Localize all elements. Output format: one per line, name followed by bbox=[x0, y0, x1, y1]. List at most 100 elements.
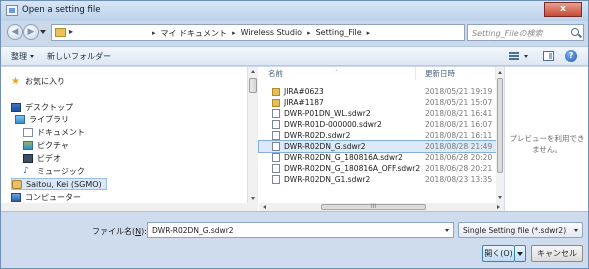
list-item-selected[interactable]: DWR-R02DN_G.sdwr2 2018/08/28 21:49 bbox=[258, 140, 497, 153]
scroll-thumb[interactable] bbox=[249, 78, 257, 93]
scroll-down-arrow-icon[interactable] bbox=[251, 197, 255, 200]
view-dropdown[interactable] bbox=[524, 55, 528, 58]
nav-item-user-folder[interactable]: Saitou, Kei (SGMO) bbox=[11, 178, 107, 190]
breadcrumb-separator[interactable]: ▸ bbox=[232, 28, 236, 39]
open-file-dialog: Open a setting file x ◀ ▶ ▸ ▸ マイ ドキュメント … bbox=[0, 0, 589, 269]
recent-pages-dropdown[interactable] bbox=[40, 30, 46, 34]
open-button[interactable]: 開く(O) bbox=[482, 245, 515, 262]
list-item[interactable]: JIRA#1187 2018/05/21 15:07 bbox=[259, 97, 496, 108]
file-icon bbox=[272, 109, 280, 118]
main-body: ★ お気に入り デスクトップ ライブラリ ドキュメント ピクチャ ビデオ ♪ ミ… bbox=[1, 67, 588, 211]
list-item[interactable]: DWR-R02DN_G_180816A.sdwr2 2018/06/28 20:… bbox=[259, 152, 496, 163]
file-name: DWR-R02D.sdwr2 bbox=[284, 131, 351, 140]
nav-item-label: ミュージック bbox=[37, 166, 85, 176]
search-box[interactable]: Setting_Fileの検索 bbox=[467, 24, 584, 41]
list-item[interactable]: JIRA#0623 2018/05/21 19:19 bbox=[259, 86, 496, 97]
file-icon bbox=[272, 131, 280, 140]
scroll-up-arrow-icon[interactable] bbox=[497, 71, 502, 74]
breadcrumb-wireless-studio[interactable]: Wireless Studio bbox=[241, 28, 303, 39]
list-item[interactable]: DWR-R02D.sdwr2 2018/08/21 16:11 bbox=[259, 130, 496, 141]
nav-pane-vertical-scrollbar[interactable] bbox=[247, 67, 258, 203]
back-button[interactable]: ◀ bbox=[7, 24, 23, 40]
nav-item-label: デスクトップ bbox=[25, 102, 73, 112]
nav-pane-horizontal-scrollbar[interactable] bbox=[1, 203, 258, 211]
user-folder-icon bbox=[12, 179, 22, 189]
window-controls: x bbox=[544, 2, 582, 17]
folder-icon bbox=[55, 28, 66, 37]
nav-item-library[interactable]: ライブラリ bbox=[15, 113, 69, 125]
file-icon bbox=[272, 164, 280, 173]
help-icon[interactable]: ? bbox=[565, 50, 577, 62]
file-date: 2018/08/23 13:35 bbox=[425, 175, 493, 184]
nav-item-music[interactable]: ♪ ミュージック bbox=[23, 165, 85, 177]
breadcrumb-separator[interactable]: ▸ bbox=[367, 28, 371, 39]
column-header-date-modified[interactable]: 更新日時 bbox=[416, 67, 496, 80]
list-item[interactable]: DWR-P01DN_WL.sdwr2 2018/08/21 16:41 bbox=[259, 108, 496, 119]
file-icon bbox=[272, 175, 280, 184]
close-button[interactable]: x bbox=[544, 2, 582, 17]
scroll-down-arrow-icon[interactable] bbox=[497, 196, 502, 199]
preview-pane: プレビューを利用できません。 bbox=[504, 67, 588, 211]
file-name: DWR-R02DN_G_180816A.sdwr2 bbox=[284, 153, 403, 162]
videos-icon bbox=[23, 153, 33, 163]
file-name: JIRA#0623 bbox=[284, 87, 324, 96]
search-icon[interactable] bbox=[571, 28, 579, 36]
library-icon bbox=[15, 114, 25, 124]
file-list-vertical-scrollbar[interactable] bbox=[496, 67, 504, 203]
nav-item-favorites[interactable]: ★ お気に入り bbox=[11, 75, 65, 87]
breadcrumb-separator[interactable]: ▸ bbox=[152, 28, 156, 39]
file-date: 2018/05/21 19:19 bbox=[425, 87, 493, 96]
breadcrumb-my-documents[interactable]: マイ ドキュメント bbox=[161, 28, 228, 39]
open-options-dropdown[interactable] bbox=[515, 245, 526, 262]
nav-item-documents[interactable]: ドキュメント bbox=[23, 126, 85, 138]
forward-button[interactable]: ▶ bbox=[23, 24, 39, 40]
pictures-icon bbox=[23, 140, 33, 150]
nav-item-pictures[interactable]: ピクチャ bbox=[23, 139, 69, 151]
list-item[interactable]: DWR-R02DN_G_180816A_OFF.sdwr2 2018/06/28… bbox=[259, 163, 496, 174]
filename-field[interactable]: DWR-R02DN_G.sdwr2 bbox=[147, 222, 454, 238]
organize-label: 整理 bbox=[11, 52, 27, 61]
file-name: JIRA#1187 bbox=[284, 98, 324, 107]
scroll-left-arrow-icon[interactable] bbox=[263, 205, 266, 209]
address-root-arrow[interactable]: ▸ bbox=[69, 27, 73, 36]
breadcrumb-setting-file[interactable]: Setting_File bbox=[316, 28, 362, 39]
nav-item-label: ドキュメント bbox=[37, 127, 85, 137]
file-date: 2018/08/21 16:41 bbox=[425, 109, 493, 118]
file-name: DWR-R02DN_G_180816A_OFF.sdwr2 bbox=[284, 164, 421, 173]
file-date: 2018/08/21 16:11 bbox=[425, 131, 493, 140]
documents-icon bbox=[23, 127, 33, 137]
nav-item-desktop[interactable]: デスクトップ bbox=[11, 101, 73, 113]
view-options-icon[interactable] bbox=[509, 52, 519, 60]
list-item[interactable]: DWR-R01D-000000.sdwr2 2018/08/21 16:07 bbox=[259, 119, 496, 130]
breadcrumb-separator[interactable]: ▸ bbox=[307, 28, 311, 39]
search-input[interactable]: Setting_Fileの検索 bbox=[472, 28, 543, 39]
scroll-thumb[interactable] bbox=[497, 78, 503, 173]
scroll-right-arrow-icon[interactable] bbox=[497, 205, 500, 209]
new-folder-button[interactable]: 新しいフォルダー bbox=[47, 51, 111, 62]
scroll-thumb[interactable]: III bbox=[321, 204, 426, 210]
address-row: ◀ ▶ ▸ ▸ マイ ドキュメント ▸ Wireless Studio ▸ Se… bbox=[1, 21, 588, 45]
nav-item-label: ビデオ bbox=[37, 153, 61, 163]
address-bar[interactable]: ▸ ▸ マイ ドキュメント ▸ Wireless Studio ▸ Settin… bbox=[51, 24, 507, 43]
organize-button[interactable]: 整理 bbox=[11, 51, 34, 62]
cancel-button[interactable]: キャンセル bbox=[531, 245, 583, 262]
folder-icon bbox=[272, 98, 280, 107]
navigation-pane: ★ お気に入り デスクトップ ライブラリ ドキュメント ピクチャ ビデオ ♪ ミ… bbox=[1, 67, 247, 211]
list-item[interactable]: DWR-R02DN_G1.sdwr2 2018/08/23 13:35 bbox=[259, 174, 496, 185]
computer-icon bbox=[11, 192, 21, 202]
nav-item-videos[interactable]: ビデオ bbox=[23, 152, 61, 164]
file-icon bbox=[272, 120, 280, 129]
sort-indicator-icon: ˆ bbox=[335, 70, 338, 77]
file-list-horizontal-scrollbar[interactable]: III bbox=[259, 203, 504, 211]
nav-item-computer[interactable]: コンピューター bbox=[11, 191, 81, 203]
desktop-icon bbox=[11, 102, 21, 112]
column-header-name[interactable]: 名前 ˆ bbox=[259, 67, 416, 80]
nav-item-label: Saitou, Kei (SGMO) bbox=[26, 179, 102, 189]
file-icon bbox=[272, 153, 280, 162]
chevron-down-icon[interactable] bbox=[445, 229, 449, 232]
file-type-select[interactable]: Single Setting file (*.sdwr2) bbox=[458, 222, 583, 238]
filename-value[interactable]: DWR-R02DN_G.sdwr2 bbox=[152, 226, 234, 235]
filename-label-prefix: ファイル名( bbox=[92, 227, 136, 236]
preview-pane-icon[interactable] bbox=[543, 51, 554, 61]
scroll-up-arrow-icon[interactable] bbox=[251, 70, 255, 73]
